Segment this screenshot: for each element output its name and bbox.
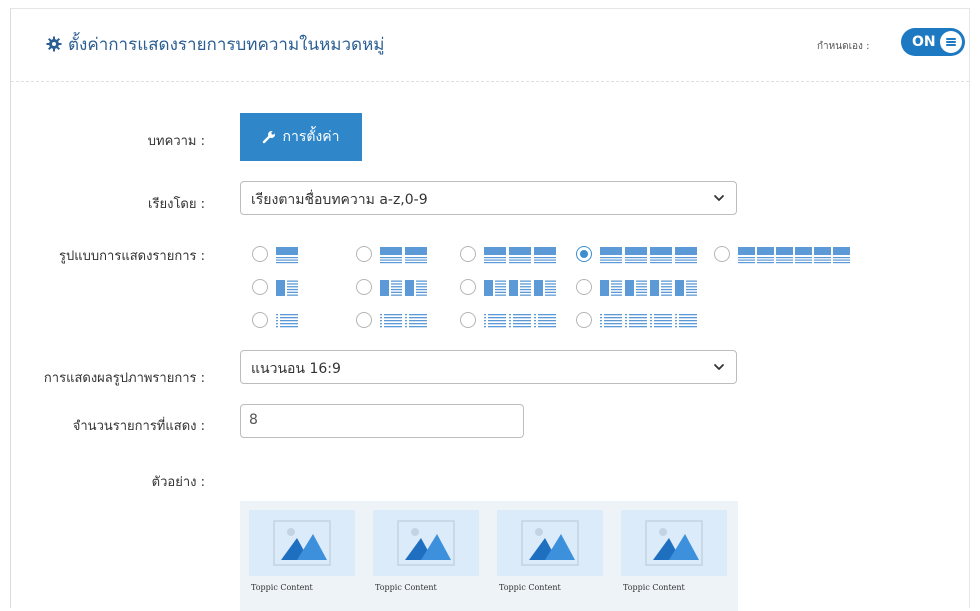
chevron-down-icon: [714, 195, 724, 201]
article-label: บทความ :: [147, 134, 205, 149]
count-input[interactable]: 8: [240, 404, 524, 438]
preview-thumbnail: [249, 510, 355, 576]
grid-3-layout-icon: [484, 247, 556, 264]
media-1-layout-icon: [276, 280, 298, 296]
layout-radio[interactable]: [356, 246, 372, 262]
layout-radio[interactable]: [356, 312, 372, 328]
layout-option-list-3[interactable]: [460, 310, 556, 330]
preview-card-title: Toppic Content: [499, 583, 561, 592]
layout-radio[interactable]: [356, 279, 372, 295]
preview-card-title: Toppic Content: [251, 583, 313, 592]
sort-label: เรียงโดย :: [148, 197, 205, 212]
image-placeholder-icon: [521, 520, 579, 566]
layout-label: รูปแบบการแสดงรายการ :: [59, 249, 205, 264]
wrench-icon: [263, 131, 276, 144]
image-display-select[interactable]: แนวนอน 16:9: [240, 350, 737, 384]
custom-toggle[interactable]: ON: [901, 28, 965, 56]
sort-select-value: เรียงตามชื่อบทความ a-z,0-9: [251, 192, 428, 208]
media-2-layout-icon: [380, 280, 427, 296]
media-3-layout-icon: [484, 280, 556, 296]
grid-6-layout-icon: [738, 247, 850, 264]
layout-option-media-4[interactable]: [576, 277, 697, 297]
layout-radio[interactable]: [252, 279, 268, 295]
layout-radio[interactable]: [576, 312, 592, 328]
layout-radio[interactable]: [252, 246, 268, 262]
layout-radio[interactable]: [576, 246, 592, 262]
list-3-layout-icon: [484, 314, 556, 328]
layout-option-grid-1[interactable]: [252, 244, 344, 264]
panel-header: ตั้งค่าการแสดงรายการบทความในหมวดหมู่ กำห…: [11, 9, 969, 82]
grid-4-layout-icon: [600, 247, 697, 264]
image-placeholder-icon: [273, 520, 331, 566]
settings-panel: ตั้งค่าการแสดงรายการบทความในหมวดหมู่ กำห…: [10, 8, 970, 611]
chevron-down-icon: [714, 364, 724, 370]
count-label: จำนวนรายการที่แสดง :: [72, 419, 205, 434]
layout-option-grid-4[interactable]: [576, 244, 697, 264]
layout-radio[interactable]: [460, 312, 476, 328]
preview-label: ตัวอย่าง :: [151, 475, 205, 490]
layout-option-list-4[interactable]: [576, 310, 697, 330]
layout-radio[interactable]: [576, 279, 592, 295]
list-1-layout-icon: [276, 314, 298, 328]
settings-button-label: การตั้งค่า: [282, 129, 340, 145]
layout-radio[interactable]: [252, 312, 268, 328]
layout-option-grid-6[interactable]: [714, 244, 850, 264]
image-display-value: แนวนอน 16:9: [251, 361, 341, 377]
grid-1-layout-icon: [276, 247, 298, 264]
image-placeholder-icon: [397, 520, 455, 566]
layout-option-media-2[interactable]: [356, 277, 448, 297]
toggle-state-text: ON: [912, 34, 936, 50]
layout-option-media-3[interactable]: [460, 277, 556, 297]
preview-card-title: Toppic Content: [623, 583, 685, 592]
media-4-layout-icon: [600, 280, 697, 296]
preview-thumbnail: [621, 510, 727, 576]
gear-icon: [46, 36, 62, 52]
layout-option-list-1[interactable]: [252, 310, 344, 330]
preview-thumbnail: [373, 510, 479, 576]
preview-area: Toppic Content Toppic Content Toppic Conte…: [240, 501, 738, 611]
layout-option-list-2[interactable]: [356, 310, 448, 330]
toggle-knob-icon: [940, 31, 962, 53]
layout-option-grid-2[interactable]: [356, 244, 448, 264]
sort-select[interactable]: เรียงตามชื่อบทความ a-z,0-9: [240, 181, 737, 215]
image-placeholder-icon: [645, 520, 703, 566]
preview-thumbnail: [497, 510, 603, 576]
layout-radio[interactable]: [714, 246, 730, 262]
page-title: ตั้งค่าการแสดงรายการบทความในหมวดหมู่: [68, 35, 385, 55]
preview-card-title: Toppic Content: [375, 583, 437, 592]
custom-toggle-label: กำหนดเอง :: [817, 41, 870, 52]
image-display-label: การแสดงผลรูปภาพรายการ :: [43, 371, 205, 386]
layout-option-grid-3[interactable]: [460, 244, 556, 264]
grid-2-layout-icon: [380, 247, 427, 264]
layout-radio[interactable]: [460, 246, 476, 262]
list-4-layout-icon: [600, 314, 697, 328]
layout-radio[interactable]: [460, 279, 476, 295]
layout-option-media-1[interactable]: [252, 277, 344, 297]
list-2-layout-icon: [380, 314, 427, 328]
settings-button[interactable]: การตั้งค่า: [240, 113, 362, 161]
